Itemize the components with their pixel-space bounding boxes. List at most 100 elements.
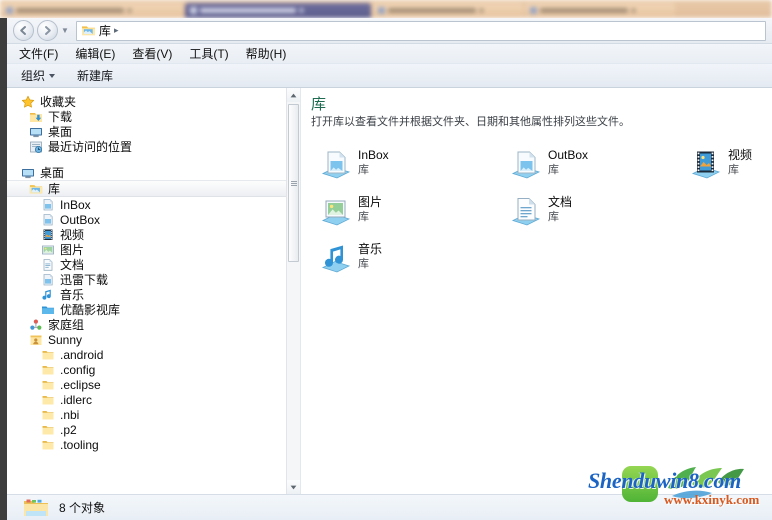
tree-item-thunder-download[interactable]: 迅雷下载 [7,272,300,287]
library-collection-icon [24,499,48,516]
downloads-icon [30,112,42,122]
browser-tab[interactable] [1,2,183,18]
file-list-pane[interactable]: 库 打开库以查看文件并根据文件夹、日期和其他属性排列这些文件。 InBox 库 … [301,88,772,494]
tree-item-nbi[interactable]: .nbi [7,407,300,422]
library-item-type: 库 [728,164,739,176]
tree-item-downloads[interactable]: 下载 [7,109,300,124]
library-item-pictures[interactable]: 图片 库 [319,196,382,228]
tree-item-inbox[interactable]: InBox [7,197,300,212]
star-icon [21,95,35,108]
library-item-outbox[interactable]: OutBox 库 [509,149,588,181]
library-item-inbox[interactable]: InBox 库 [319,149,389,181]
tree-label: .nbi [60,407,80,422]
back-button[interactable] [13,20,34,41]
watermark-badge-icon [622,466,658,502]
library-icon [43,213,53,225]
scrollbar-grip-icon [290,180,297,187]
status-bar: 8 个对象 [7,494,772,520]
tree-item-favorites[interactable]: 收藏夹 [7,94,300,109]
tree-label: .config [60,362,96,377]
library-item-labels: 文档 库 [548,196,572,224]
tree-item-outbox[interactable]: OutBox [7,212,300,227]
breadcrumb-item[interactable]: 库 [99,22,111,39]
tree-item-eclipse[interactable]: .eclipse [7,377,300,392]
tree-item-config[interactable]: .config [7,362,300,377]
navigation-pane[interactable]: 收藏夹 下载 桌面 最近访问的位置 桌面 库 InBox OutBox 视频 图… [7,88,301,494]
page-title: 库 [311,96,327,113]
library-item-name: 文档 [548,195,573,209]
tree-label: .tooling [60,437,99,452]
browser-tab-strip[interactable] [0,0,772,18]
library-item-documents[interactable]: 文档 库 [509,196,572,228]
library-item-name: 音乐 [358,242,383,256]
tree-item-youku-library[interactable]: 优酷影视库 [7,302,300,317]
tree-item-documents[interactable]: 文档 [7,257,300,272]
library-item-name: 图片 [358,195,383,209]
breadcrumb-separator[interactable]: ▸ [114,25,119,36]
close-icon[interactable] [127,7,132,13]
close-icon[interactable] [479,7,484,13]
library-folder-icon [81,26,95,36]
tree-item-sunny[interactable]: Sunny [7,332,300,347]
user-folder-icon [30,335,42,345]
tree-label: 最近访问的位置 [48,139,133,154]
scrollbar-thumb[interactable] [288,104,299,262]
tree-item-idlerc[interactable]: .idlerc [7,392,300,407]
tree-item-pictures[interactable]: 图片 [7,242,300,257]
library-item-videos[interactable]: 视频 库 [689,149,752,181]
menu-item-edit[interactable]: 编辑(E) [75,45,115,62]
organize-label: 组织 [21,69,46,83]
pictures-library-icon [42,245,54,254]
organize-button[interactable]: 组织 [21,67,56,84]
menu-item-help[interactable]: 帮助(H) [246,45,287,62]
library-icon [321,151,351,179]
tree-item-videos[interactable]: 视频 [7,227,300,242]
browser-tab[interactable] [525,2,675,18]
page-subtitle: 打开库以查看文件并根据文件夹、日期和其他属性排列这些文件。 [311,116,630,128]
favicon-icon [190,6,197,14]
tree-item-libraries[interactable]: 库 [7,180,300,197]
tree-label: 收藏夹 [40,94,77,109]
tree-item-p2[interactable]: .p2 [7,422,300,437]
library-item-type: 库 [548,164,559,176]
tree-item-desktop[interactable]: 桌面 [7,124,300,139]
new-library-button[interactable]: 新建库 [77,67,113,84]
menu-item-file[interactable]: 文件(F) [19,45,58,62]
forward-button[interactable] [37,20,58,41]
tree-label: Sunny [48,332,83,347]
breadcrumb-bar[interactable]: 库 ▸ [75,20,766,41]
close-icon[interactable] [631,7,636,13]
browser-tab[interactable] [373,2,523,18]
tree-item-recent-places[interactable]: 最近访问的位置 [7,139,300,154]
desktop-icon [30,127,42,137]
library-item-music[interactable]: 音乐 库 [319,243,382,275]
scroll-down-button[interactable] [287,480,300,494]
scroll-up-button[interactable] [287,88,300,102]
homegroup-icon [30,319,42,330]
tree-item-music[interactable]: 音乐 [7,287,300,302]
close-icon[interactable] [299,7,304,13]
navigation-pane-scrollbar[interactable] [286,88,300,494]
library-item-labels: 图片 库 [358,196,382,224]
forward-arrow-icon [45,26,51,35]
tree-label: 迅雷下载 [60,272,109,287]
tree-item-android[interactable]: .android [7,347,300,362]
chevron-down-icon[interactable]: ▼ [61,26,69,35]
tree-label: 文档 [60,257,85,272]
tree-label: .p2 [60,422,77,437]
tree-item-desktop-root[interactable]: 桌面 [7,165,300,180]
tree-label: 库 [48,181,61,196]
browser-tab-active[interactable] [185,2,371,18]
tree-item-homegroup[interactable]: 家庭组 [7,317,300,332]
favicon-icon [6,6,13,14]
tree-label: 优酷影视库 [60,302,121,317]
chevron-up-icon [290,93,297,97]
command-toolbar: 组织 新建库 [7,64,772,88]
tree-item-tooling[interactable]: .tooling [7,437,300,452]
explorer-body: 收藏夹 下载 桌面 最近访问的位置 桌面 库 InBox OutBox 视频 图… [7,88,772,494]
menu-item-view[interactable]: 查看(V) [132,45,172,62]
tree-group-gap [7,154,300,165]
menu-item-tools[interactable]: 工具(T) [189,45,228,62]
library-item-labels: 音乐 库 [358,243,382,271]
library-item-type: 库 [548,211,559,223]
